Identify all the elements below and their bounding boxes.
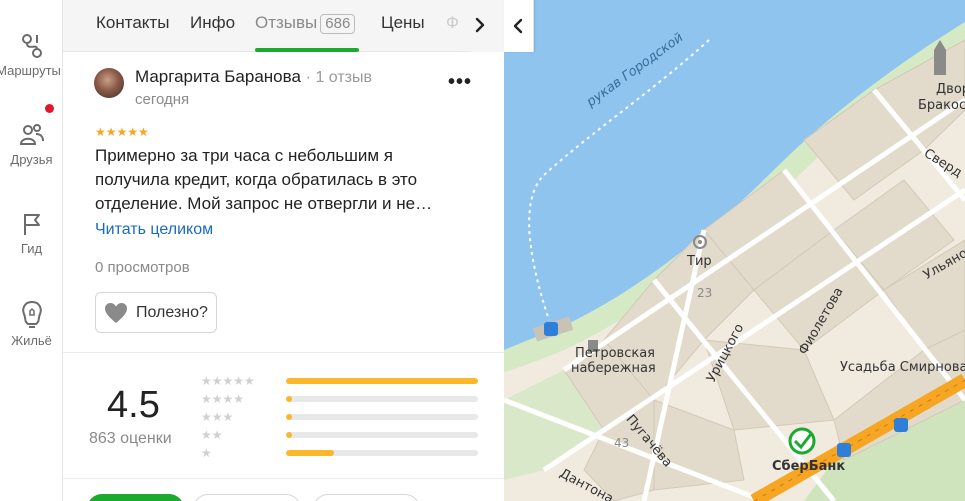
tab-photos[interactable]: Ф	[446, 13, 459, 33]
more-options-button[interactable]: •••	[448, 71, 472, 94]
write-review-button[interactable]	[87, 494, 184, 501]
sidebar-item-label: Гид	[20, 241, 43, 256]
bus-stop-icon[interactable]	[894, 418, 908, 432]
routes-icon	[21, 34, 42, 58]
tab-info[interactable]: Инфо	[190, 13, 235, 33]
housing-icon	[21, 300, 42, 328]
useful-button[interactable]: Полезно?	[95, 292, 217, 333]
map-view[interactable]: рукав Городской Тир Петровская набережна…	[504, 0, 965, 501]
map-label-house-number: 23	[697, 286, 713, 300]
bus-stop-icon[interactable]	[544, 322, 558, 336]
sort-button[interactable]	[193, 494, 301, 501]
tab-reviews-label: Отзывы	[255, 13, 318, 32]
left-rail: Маршруты Друзья Гид Жильё	[0, 0, 63, 501]
useful-label: Полезно?	[136, 303, 208, 321]
distribution-fill	[286, 396, 292, 402]
bus-stop-icon[interactable]	[837, 443, 851, 457]
bottom-actions	[63, 478, 504, 501]
distribution-fill	[286, 450, 334, 456]
review-text: Примерно за три часа с небольшим я получ…	[95, 146, 433, 213]
tab-contacts[interactable]: Контакты	[96, 13, 169, 33]
chevron-right-icon	[475, 17, 485, 33]
distribution-stars: ★★	[201, 428, 223, 442]
distribution-fill	[286, 378, 478, 384]
review-date: сегодня	[135, 91, 190, 108]
map-label-tir: Тир	[687, 254, 712, 269]
collapse-panel-button[interactable]	[504, 0, 534, 52]
review-views: 0 просмотров	[95, 259, 190, 276]
distribution-stars: ★★★	[201, 410, 234, 424]
map-label-dvor: Двор	[936, 82, 965, 97]
distribution-bar	[286, 396, 478, 402]
map-label-petrovskaya: Петровская	[575, 346, 655, 361]
sidebar-item-friends[interactable]: Друзья	[0, 122, 62, 167]
notification-dot	[45, 104, 54, 113]
tab-prices[interactable]: Цены	[381, 13, 425, 33]
distribution-stars: ★	[201, 446, 212, 460]
sidebar-item-routes[interactable]: Маршруты	[0, 33, 62, 78]
tabs-scroll-right-button[interactable]	[461, 0, 504, 52]
active-tab-indicator	[255, 48, 359, 52]
author-name[interactable]: Маргарита Баранова	[135, 67, 301, 86]
distribution-bar	[286, 432, 478, 438]
map-label-sberbank[interactable]: СберБанк	[772, 459, 845, 474]
sidebar-item-label: Друзья	[10, 152, 53, 167]
reviews-count-badge: 686	[320, 14, 356, 34]
guide-flag-icon	[23, 214, 40, 235]
map-label-naberezhnaya: набережная	[571, 361, 656, 376]
heart-icon	[105, 302, 127, 323]
friends-icon	[19, 124, 44, 145]
map-label-house-number: 43	[614, 436, 630, 450]
tab-bar: Контакты Инфо Отзывы 686 Цены Ф	[63, 0, 504, 52]
map-label-usadba: Усадьба Смирнова	[840, 360, 965, 375]
review-author: Маргарита Баранова · 1 отзыв	[135, 67, 372, 87]
distribution-stars: ★★★★	[201, 392, 245, 406]
sidebar-item-guide[interactable]: Гид	[0, 211, 62, 256]
sidebar-item-housing[interactable]: Жильё	[0, 299, 62, 348]
rating-summary: 4.5 863 оценки ★★★★★ ★★★★ ★★★ ★★ ★	[63, 354, 504, 474]
avatar[interactable]	[94, 68, 124, 98]
map-canvas	[504, 0, 965, 501]
author-meta: · 1 отзыв	[305, 69, 372, 86]
map-label-brakosoch: Бракосоч	[918, 98, 965, 113]
review-stars: ★★★★★	[95, 125, 149, 139]
rating-count: 863 оценки	[89, 430, 172, 447]
distribution-fill	[286, 414, 292, 420]
sidebar-item-label: Маршруты	[0, 63, 61, 78]
sberbank-logo-icon[interactable]	[788, 427, 816, 455]
review-card: Маргарита Баранова · 1 отзыв сегодня •••…	[63, 53, 504, 353]
chevron-left-icon	[513, 18, 523, 34]
place-panel: Контакты Инфо Отзывы 686 Цены Ф Маргарита…	[63, 0, 504, 501]
distribution-fill	[286, 432, 292, 438]
average-rating: 4.5	[107, 384, 160, 426]
filter-button[interactable]	[313, 494, 420, 501]
tab-reviews[interactable]: Отзывы 686	[255, 13, 356, 34]
sidebar-item-label: Жильё	[11, 333, 52, 348]
read-more-link[interactable]: Читать целиком	[95, 221, 213, 239]
distribution-bar	[286, 378, 478, 384]
distribution-stars: ★★★★★	[201, 374, 255, 388]
distribution-bar	[286, 450, 478, 456]
distribution-bar	[286, 414, 478, 420]
